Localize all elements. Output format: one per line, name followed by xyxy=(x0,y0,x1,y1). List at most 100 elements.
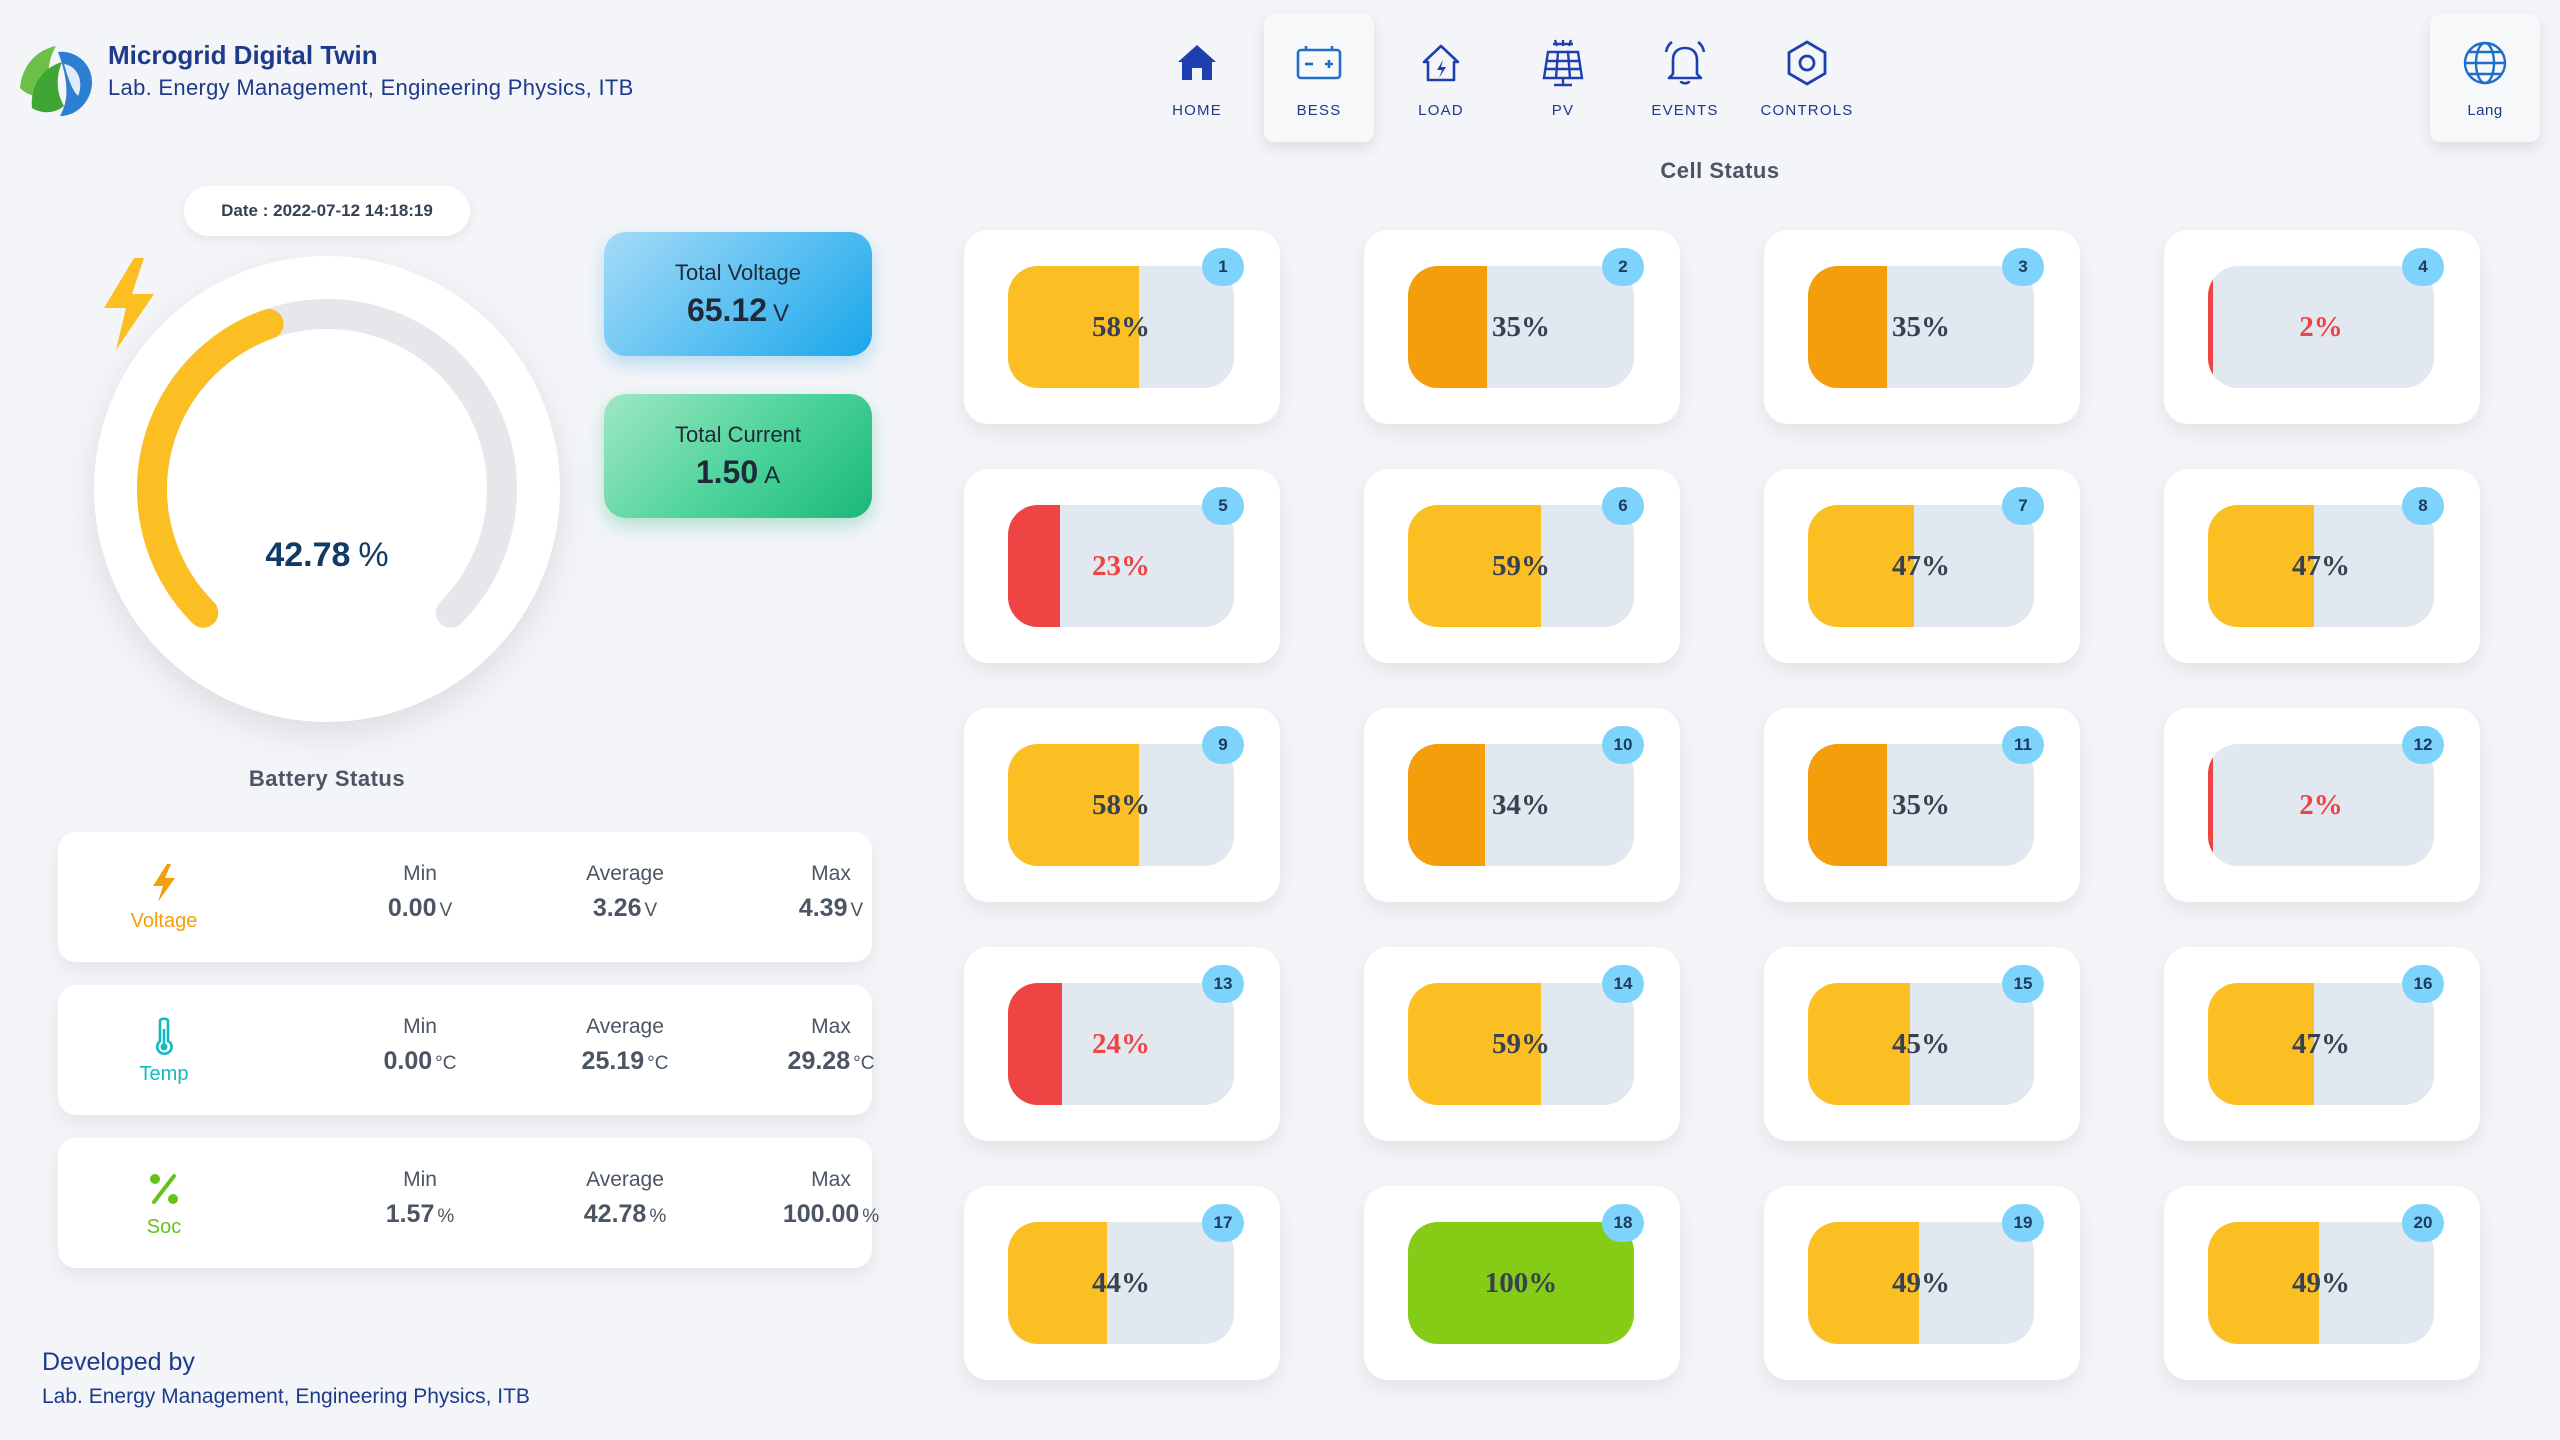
soc-min: Min 1.57% xyxy=(320,1168,520,1229)
avg-header: Average xyxy=(586,1015,664,1038)
cell-number-badge: 10 xyxy=(1602,726,1644,764)
cell-number-badge: 11 xyxy=(2002,726,2044,764)
footer-developed-by: Developed by xyxy=(42,1348,195,1376)
cell-charge-bar: 59% xyxy=(1408,505,1634,627)
nav-load[interactable]: LOAD xyxy=(1386,14,1496,142)
date-display: Date : 2022-07-12 14:18:19 xyxy=(184,186,470,236)
cell-card[interactable]: 24% 13 xyxy=(964,947,1280,1141)
cell-card[interactable]: 100% 18 xyxy=(1364,1186,1680,1380)
voltage-min: Min 0.00 V xyxy=(320,862,520,923)
cell-status-grid: 58% 1 35% 2 35% 3 2% 4 23% 5 59% 6 47% 7 47% 8 58% 9 34% 10… xyxy=(964,230,2482,1382)
cell-percentage: 100% xyxy=(1484,1266,1558,1299)
min-header: Min xyxy=(403,862,437,885)
avg-header: Average xyxy=(586,862,664,885)
nav-home-label: HOME xyxy=(1172,102,1222,119)
cell-percentage: 23% xyxy=(1092,549,1150,582)
temp-min-readout: 0.00 °C xyxy=(320,1047,520,1076)
avg-header: Average xyxy=(586,1168,664,1191)
total-voltage-label: Total Voltage xyxy=(675,259,801,285)
footer-lab: Lab. Energy Management, Engineering Phys… xyxy=(42,1385,530,1408)
cell-card[interactable]: 47% 7 xyxy=(1764,469,2080,663)
cell-percentage: 45% xyxy=(1892,1027,1950,1060)
cell-number-badge: 8 xyxy=(2402,487,2444,525)
cell-number-badge: 7 xyxy=(2002,487,2044,525)
total-voltage-readout: 65.12 V xyxy=(687,292,789,329)
cell-card[interactable]: 47% 8 xyxy=(2164,469,2480,663)
cell-number-badge: 3 xyxy=(2002,248,2044,286)
temp-max-value: 29.28 xyxy=(787,1047,851,1075)
nav-load-label: LOAD xyxy=(1418,102,1464,119)
soc-avg: Average 42.78% xyxy=(525,1168,725,1229)
soc-min-readout: 1.57% xyxy=(320,1200,520,1229)
total-voltage-value: 65.12 xyxy=(686,291,768,328)
cell-percentage: 49% xyxy=(2292,1266,2350,1299)
cell-card[interactable]: 59% 6 xyxy=(1364,469,1680,663)
max-header: Max xyxy=(811,1015,851,1038)
nav-bess[interactable]: BESS xyxy=(1264,14,1374,142)
cell-card[interactable]: 35% 2 xyxy=(1364,230,1680,424)
cell-percentage: 35% xyxy=(1892,310,1950,343)
temp-min-value: 0.00 xyxy=(383,1047,433,1075)
app-logo xyxy=(12,36,98,122)
cell-card[interactable]: 34% 10 xyxy=(1364,708,1680,902)
cell-charge-bar: 49% xyxy=(2208,1222,2434,1344)
cell-card[interactable]: 49% 19 xyxy=(1764,1186,2080,1380)
soc-max-readout: 100.00% xyxy=(731,1200,931,1229)
app-title: Microgrid Digital Twin xyxy=(108,40,378,70)
cell-percentage: 49% xyxy=(1892,1266,1950,1299)
cell-number-badge: 6 xyxy=(1602,487,1644,525)
cell-card[interactable]: 44% 17 xyxy=(964,1186,1280,1380)
cell-card[interactable]: 58% 9 xyxy=(964,708,1280,902)
cell-card[interactable]: 45% 15 xyxy=(1764,947,2080,1141)
cell-card[interactable]: 35% 3 xyxy=(1764,230,2080,424)
cell-card[interactable]: 47% 16 xyxy=(2164,947,2480,1141)
cell-number-badge: 17 xyxy=(1202,1204,1244,1242)
main-nav: HOME BESS LOAD PV EVENTS CONTROLS xyxy=(1142,14,1874,142)
nav-home[interactable]: HOME xyxy=(1142,14,1252,142)
cell-card[interactable]: 59% 14 xyxy=(1364,947,1680,1141)
cell-charge-bar: 35% xyxy=(1408,266,1634,388)
soc-stat-header: Soc xyxy=(108,1168,220,1239)
voltage-max: Max 4.39 V xyxy=(731,862,931,923)
temp-min: Min 0.00 °C xyxy=(320,1015,520,1076)
voltage-min-unit: V xyxy=(439,900,453,921)
temp-stat-header: Temp xyxy=(108,1015,220,1086)
nav-pv[interactable]: PV xyxy=(1508,14,1618,142)
nav-bess-label: BESS xyxy=(1296,102,1342,119)
globe-icon xyxy=(2463,41,2507,85)
cell-percentage: 47% xyxy=(2292,549,2350,582)
cell-charge-bar: 47% xyxy=(2208,983,2434,1105)
voltage-stat-header: Voltage xyxy=(108,862,220,933)
battery-icon xyxy=(1296,46,1342,80)
voltage-avg-readout: 3.26 V xyxy=(525,894,725,923)
cell-charge-bar: 24% xyxy=(1008,983,1234,1105)
cell-number-badge: 16 xyxy=(2402,965,2444,1003)
nav-events[interactable]: EVENTS xyxy=(1630,14,1740,142)
total-current-value: 1.50 xyxy=(695,453,759,490)
min-header: Min xyxy=(403,1168,437,1191)
soc-avg-unit: % xyxy=(649,1206,667,1227)
cell-number-badge: 20 xyxy=(2402,1204,2444,1242)
temp-stat-label: Temp xyxy=(139,1063,189,1085)
nav-controls[interactable]: CONTROLS xyxy=(1752,14,1862,142)
soc-value: 42.78 xyxy=(265,536,351,574)
hexagon-settings-icon xyxy=(1787,40,1827,86)
total-voltage-unit: V xyxy=(773,299,790,327)
total-voltage-card: Total Voltage 65.12 V xyxy=(604,232,872,356)
cell-charge-bar: 35% xyxy=(1808,266,2034,388)
cell-card[interactable]: 23% 5 xyxy=(964,469,1280,663)
voltage-min-value: 0.00 xyxy=(387,894,437,922)
cell-card[interactable]: 2% 4 xyxy=(2164,230,2480,424)
cell-card[interactable]: 58% 1 xyxy=(964,230,1280,424)
house-load-icon xyxy=(1422,44,1460,82)
cell-card[interactable]: 35% 11 xyxy=(1764,708,2080,902)
cell-card[interactable]: 2% 12 xyxy=(2164,708,2480,902)
cell-card[interactable]: 49% 20 xyxy=(2164,1186,2480,1380)
soc-avg-value: 42.78 xyxy=(583,1200,647,1228)
cell-number-badge: 9 xyxy=(1202,726,1244,764)
language-button[interactable]: Lang xyxy=(2430,14,2540,142)
cell-number-badge: 13 xyxy=(1202,965,1244,1003)
voltage-avg: Average 3.26 V xyxy=(525,862,725,923)
soc-min-value: 1.57 xyxy=(385,1200,435,1228)
soc-stats-card: Soc Min 1.57% Average 42.78% Max 100.00% xyxy=(58,1138,879,1268)
